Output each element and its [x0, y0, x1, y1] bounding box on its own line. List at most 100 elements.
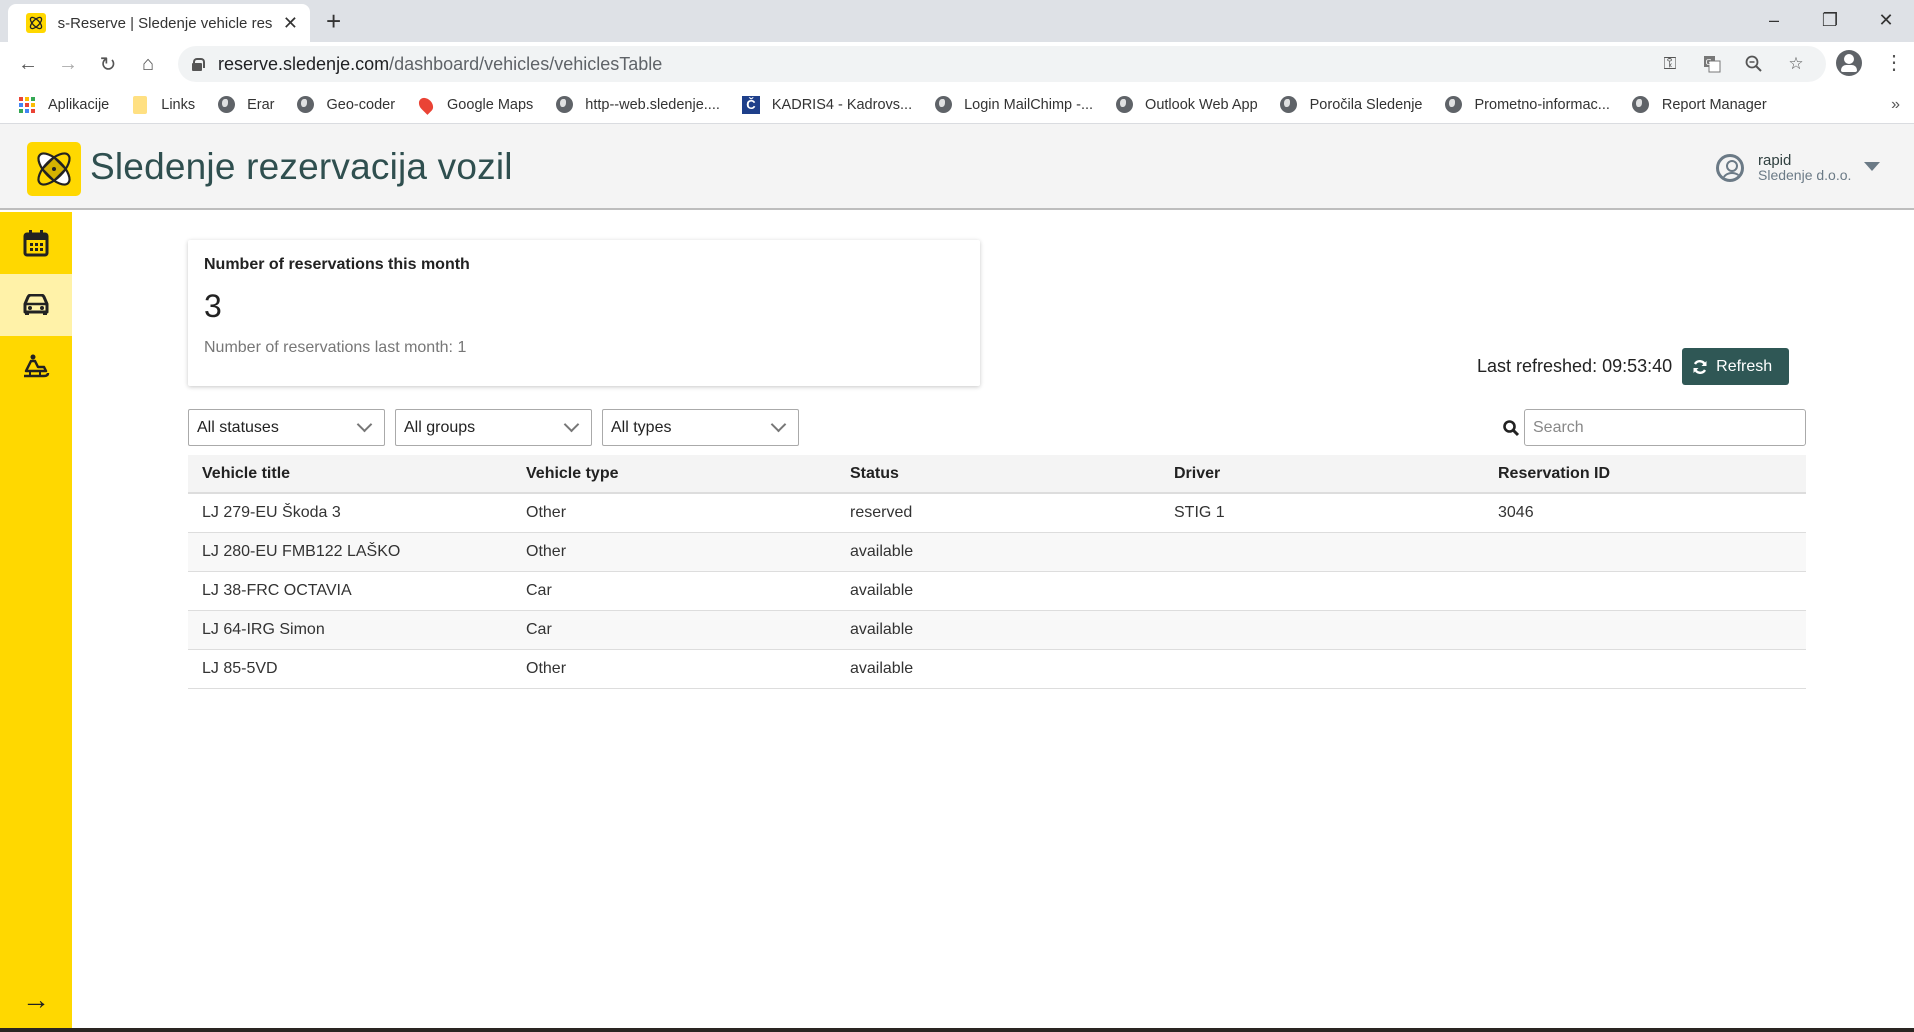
cell-vehicle-title: LJ 279-EU Škoda 3: [188, 493, 512, 533]
cell-driver: STIG 1: [1160, 493, 1484, 533]
type-filter-value: All types: [611, 418, 672, 436]
cell-vehicle-type: Other: [512, 649, 836, 689]
sidebar-item-calendar[interactable]: [0, 212, 72, 274]
table-row[interactable]: LJ 85-5VD Other available: [188, 649, 1806, 689]
cell-vehicle-title: LJ 85-5VD: [188, 649, 512, 689]
menu-kebab-icon[interactable]: ⋮: [1884, 52, 1904, 74]
vehicles-table: Vehicle title Vehicle type Status Driver…: [188, 455, 1806, 689]
address-bar[interactable]: reserve.sledenje.com/dashboard/vehicles/…: [178, 46, 1826, 82]
sidebar: →: [0, 212, 72, 1032]
globe-icon: [1445, 96, 1463, 114]
user-name: rapid: [1758, 152, 1792, 169]
browser-tab[interactable]: s-Reserve | Sledenje vehicle reser ✕: [8, 4, 310, 42]
bookmark-item[interactable]: http--web.sledenje....: [555, 96, 720, 114]
bookmark-label: Outlook Web App: [1145, 96, 1258, 113]
refresh-icon: [1693, 359, 1707, 374]
bookmark-item[interactable]: Aplikacije: [18, 96, 109, 114]
table-row[interactable]: LJ 64-IRG Simon Car available: [188, 610, 1806, 650]
url-text: reserve.sledenje.com/dashboard/vehicles/…: [218, 54, 662, 75]
url-host: reserve.sledenje.com: [218, 53, 390, 74]
user-avatar-icon: [1716, 154, 1744, 182]
sidebar-item-drivers[interactable]: [0, 336, 72, 398]
app-title: Sledenje rezervacija vozil: [90, 146, 513, 187]
filters: All statuses All groups All types: [188, 409, 799, 446]
caret-down-icon[interactable]: [1864, 162, 1880, 171]
cell-status: available: [836, 571, 1160, 611]
column-header-driver[interactable]: Driver: [1160, 455, 1484, 494]
bookmark-item[interactable]: Report Manager: [1632, 96, 1767, 114]
bookmark-label: Aplikacije: [48, 96, 110, 113]
cell-vehicle-type: Other: [512, 532, 836, 572]
refresh-area: Last refreshed: 09:53:40 Refresh: [1477, 348, 1790, 385]
favicon-icon: [26, 13, 46, 33]
restore-button[interactable]: ❐: [1802, 0, 1858, 40]
cell-vehicle-type: Car: [512, 610, 836, 650]
globe-icon: [217, 96, 235, 114]
browser-tab-bar: s-Reserve | Sledenje vehicle reser ✕ + –…: [0, 0, 1914, 42]
cell-reservation-id: [1484, 610, 1806, 650]
logo-icon[interactable]: [27, 142, 81, 196]
bookmark-label: http--web.sledenje....: [585, 96, 720, 113]
car-icon: [23, 294, 49, 315]
expand-sidebar-arrow-icon[interactable]: →: [0, 980, 72, 1020]
bookmark-item[interactable]: Poročila Sledenje: [1280, 96, 1423, 114]
last-refreshed-text: Last refreshed: 09:53:40: [1477, 356, 1673, 376]
status-filter-select[interactable]: All statuses: [188, 409, 385, 446]
bookmark-item[interactable]: Prometno-informac...: [1445, 96, 1610, 114]
column-header-reservation-id[interactable]: Reservation ID: [1484, 455, 1806, 494]
cell-driver: [1160, 649, 1484, 689]
forward-button[interactable]: →: [54, 50, 82, 78]
chevron-down-icon: [563, 416, 580, 433]
cell-status: reserved: [836, 493, 1160, 533]
globe-icon: [1115, 96, 1133, 114]
home-button[interactable]: ⌂: [134, 50, 162, 78]
key-icon[interactable]: ⚿: [1658, 52, 1682, 76]
tab-title: s-Reserve | Sledenje vehicle reser: [57, 14, 273, 32]
bookmark-item[interactable]: Č KADRIS4 - Kadrovs...: [741, 95, 912, 114]
bookmark-item[interactable]: Login MailChimp -...: [934, 96, 1093, 114]
bookmark-item[interactable]: Erar: [217, 96, 275, 114]
table-row[interactable]: LJ 280-EU FMB122 LAŠKO Other available: [188, 532, 1806, 572]
toolbar: ← → ↻ ⌂ reserve.sledenje.com/dashboard/v…: [0, 42, 1914, 86]
bookmark-label: Google Maps: [447, 96, 534, 113]
back-button[interactable]: ←: [14, 50, 42, 78]
cell-reservation-id: [1484, 532, 1806, 572]
column-header-status[interactable]: Status: [836, 455, 1160, 494]
refresh-button[interactable]: Refresh: [1682, 348, 1790, 385]
bookmark-item[interactable]: Links: [131, 95, 195, 114]
window-controls: – ❐ ✕: [1746, 0, 1914, 40]
user-menu[interactable]: rapid Sledenje d.o.o.: [1716, 152, 1880, 183]
reservations-stats-card: Number of reservations this month 3 Numb…: [188, 240, 980, 386]
bookmark-label: Poročila Sledenje: [1309, 96, 1423, 113]
bookmark-item[interactable]: Google Maps: [416, 94, 534, 115]
cell-driver: [1160, 532, 1484, 572]
new-tab-button[interactable]: +: [326, 6, 341, 37]
bookmark-item[interactable]: Geo-coder: [297, 96, 395, 114]
cell-vehicle-title: LJ 64-IRG Simon: [188, 610, 512, 650]
sidebar-item-vehicles[interactable]: [0, 274, 72, 336]
reload-button[interactable]: ↻: [94, 50, 122, 78]
bookmark-star-icon[interactable]: ☆: [1784, 52, 1808, 76]
search-input[interactable]: [1524, 409, 1806, 446]
type-filter-select[interactable]: All types: [602, 409, 799, 446]
bookmark-item[interactable]: Outlook Web App: [1115, 96, 1258, 114]
table-row[interactable]: LJ 279-EU Škoda 3 Other reserved STIG 1 3046: [188, 493, 1806, 533]
table-row[interactable]: LJ 38-FRC OCTAVIA Car available: [188, 571, 1806, 611]
zoom-icon[interactable]: [1742, 52, 1766, 76]
close-window-button[interactable]: ✕: [1858, 0, 1914, 40]
user-org: Sledenje d.o.o.: [1758, 167, 1852, 183]
close-tab-icon[interactable]: ✕: [283, 13, 298, 34]
group-filter-value: All groups: [404, 418, 476, 436]
globe-icon: [297, 96, 315, 114]
minimize-button[interactable]: –: [1746, 0, 1802, 40]
translate-icon[interactable]: G: [1700, 52, 1724, 76]
bookmark-label: Erar: [247, 96, 275, 113]
more-bookmarks-button[interactable]: »: [1891, 96, 1900, 114]
cell-status: available: [836, 610, 1160, 650]
profile-icon[interactable]: [1836, 50, 1862, 76]
column-header-vehicle-type[interactable]: Vehicle type: [512, 455, 836, 494]
refresh-label: Refresh: [1716, 357, 1773, 375]
column-header-vehicle-title[interactable]: Vehicle title: [188, 455, 512, 494]
calendar-icon: [23, 230, 49, 257]
group-filter-select[interactable]: All groups: [395, 409, 592, 446]
